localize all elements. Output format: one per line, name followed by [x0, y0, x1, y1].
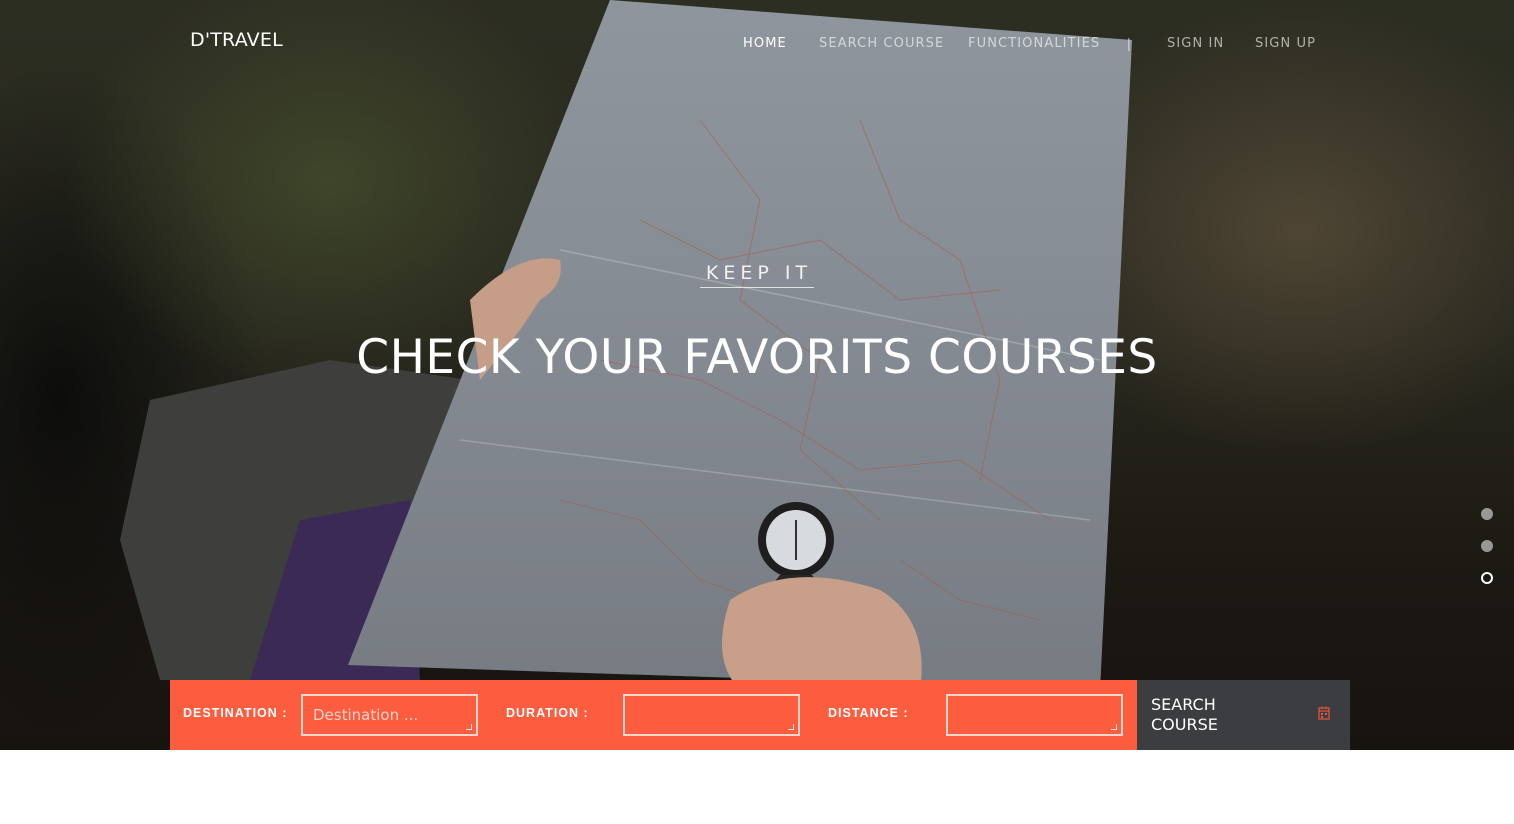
hero-banner: D'TRAVEL HOME SEARCH COURSE FUNCTIONALIT… [0, 0, 1514, 750]
slide-indicator-2[interactable] [1481, 540, 1493, 552]
nav-sign-in[interactable]: SIGN IN [1167, 36, 1224, 51]
distance-label: DISTANCE : [828, 706, 909, 720]
hero-eyebrow: KEEP IT [0, 262, 1514, 288]
search-fields: DESTINATION : DURATION : DISTANCE : [170, 680, 1137, 750]
calendar-icon [1318, 705, 1330, 725]
nav-home[interactable]: HOME [743, 36, 787, 51]
slide-indicator-3[interactable] [1481, 572, 1493, 584]
distance-input[interactable] [946, 694, 1123, 736]
main-nav: HOME SEARCH COURSE FUNCTIONALITIES | SIG… [0, 35, 1514, 52]
hero-headline: CHECK YOUR FAVORITS COURSES [356, 330, 1158, 385]
search-course-button[interactable]: SEARCH COURSE [1137, 680, 1350, 750]
nav-separator: | [1127, 35, 1131, 51]
nav-functionalities[interactable]: FUNCTIONALITIES [968, 36, 1100, 51]
duration-resize-handle[interactable] [788, 724, 794, 730]
destination-resize-handle[interactable] [466, 724, 472, 730]
slide-indicator-1[interactable] [1481, 508, 1493, 520]
destination-label: DESTINATION : [183, 706, 288, 720]
search-course-button-label: SEARCH COURSE [1151, 695, 1218, 734]
nav-search-course[interactable]: SEARCH COURSE [819, 36, 944, 51]
duration-label: DURATION : [506, 706, 589, 720]
hero-eyebrow-text: KEEP IT [699, 262, 815, 288]
course-search-form: DESTINATION : DURATION : DISTANCE : SEAR… [170, 680, 1350, 750]
distance-resize-handle[interactable] [1111, 724, 1117, 730]
destination-input[interactable] [301, 694, 478, 736]
duration-input[interactable] [623, 694, 800, 736]
nav-sign-up[interactable]: SIGN UP [1255, 36, 1316, 51]
